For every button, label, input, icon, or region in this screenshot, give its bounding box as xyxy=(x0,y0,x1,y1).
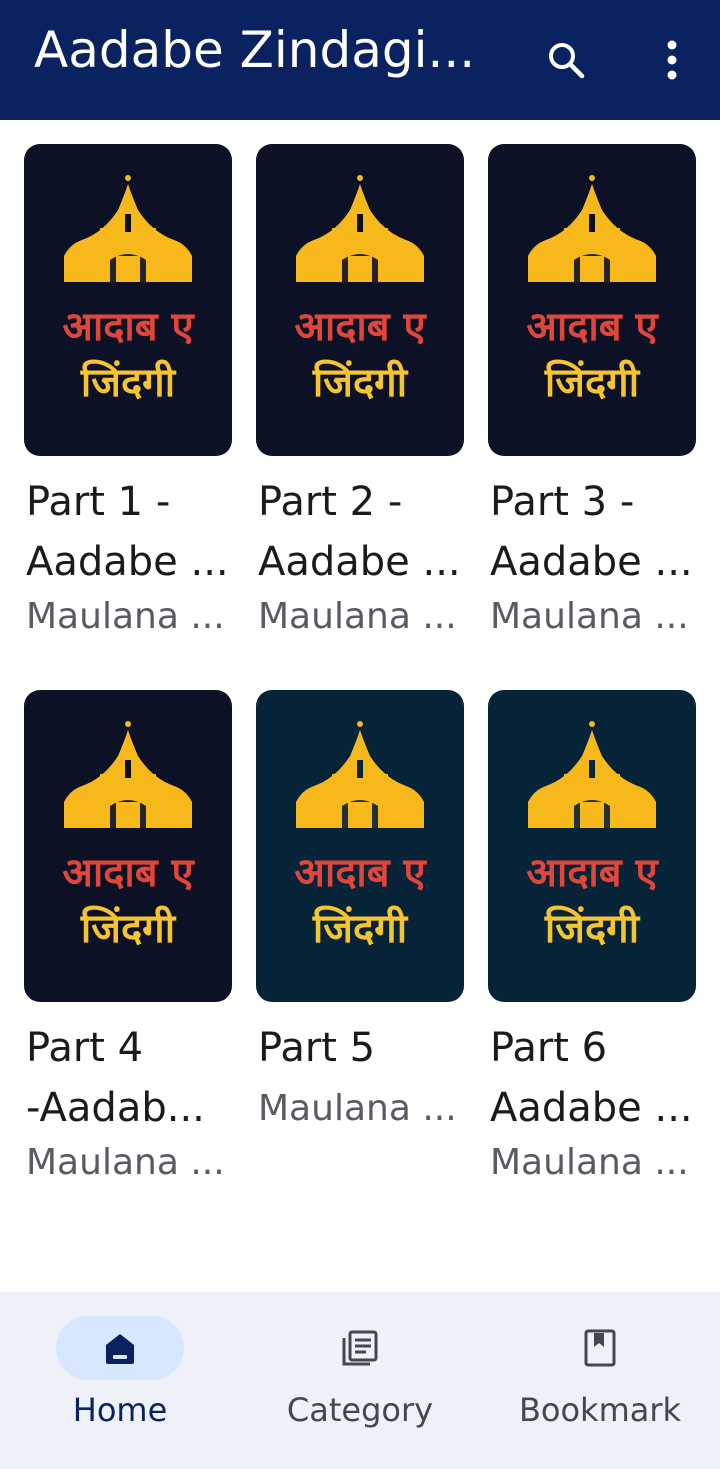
nav-label: Category xyxy=(286,1391,434,1429)
bookmark-icon xyxy=(536,1316,664,1380)
cover-title-line2: जिंदगी xyxy=(312,905,409,952)
book-cover-image: आदाब ए जिंदगी xyxy=(488,690,696,1002)
book-cover-image: आदाब ए जिंदगी xyxy=(256,144,464,456)
nav-label: Bookmark xyxy=(518,1391,682,1429)
book-title-continued: Aadabe ... xyxy=(26,539,229,585)
book-cover-image: आदाब ए जिंदगी xyxy=(256,690,464,1002)
nav-item-category[interactable]: Category xyxy=(240,1292,480,1469)
app-bar: Aadabe Zindagi... xyxy=(0,0,720,120)
book-author: Maulana ... xyxy=(26,596,225,637)
book-author: Maulana ... xyxy=(490,1142,689,1183)
book-cover-image: आदाब ए जिंदगी xyxy=(24,144,232,456)
bottom-navigation: Home Category Bookmark xyxy=(0,1292,720,1469)
cover-title-line2: जिंदगी xyxy=(80,905,177,952)
cover-title-line2: जिंदगी xyxy=(312,359,409,406)
nav-item-home[interactable]: Home xyxy=(0,1292,240,1469)
book-title: Part 1 - xyxy=(26,479,171,525)
cover-title-line1: आदाब ए xyxy=(294,850,427,896)
overflow-menu-button[interactable] xyxy=(642,30,702,90)
book-author: Maulana ... xyxy=(26,1142,225,1183)
book-cover-image: आदाब ए जिंदगी xyxy=(488,144,696,456)
home-icon xyxy=(56,1316,184,1380)
book-title: Part 5 xyxy=(258,1025,376,1071)
book-title-continued: Aadabe ... xyxy=(258,539,461,585)
cover-title-line1: आदाब ए xyxy=(62,850,195,896)
more-vert-icon xyxy=(667,40,677,80)
app-title: Aadabe Zindagi... xyxy=(34,21,476,79)
book-author: Maulana ... xyxy=(258,596,457,637)
cover-title-line1: आदाब ए xyxy=(62,304,195,350)
book-author: Maulana ... xyxy=(490,596,689,637)
cover-title-line1: आदाब ए xyxy=(294,304,427,350)
book-cover-image: आदाब ए जिंदगी xyxy=(24,690,232,1002)
book-author: Maulana ... xyxy=(258,1088,457,1129)
cover-title-line2: जिंदगी xyxy=(544,905,641,952)
article-icon xyxy=(296,1316,424,1380)
cover-title-line1: आदाब ए xyxy=(526,304,659,350)
book-title-continued: Aadabe ... xyxy=(490,1085,693,1131)
book-title: Part 6 xyxy=(490,1025,608,1071)
cover-title-line1: आदाब ए xyxy=(526,850,659,896)
search-button[interactable] xyxy=(536,30,596,90)
nav-label: Home xyxy=(72,1391,168,1429)
nav-item-bookmark[interactable]: Bookmark xyxy=(480,1292,720,1469)
cover-title-line2: जिंदगी xyxy=(80,359,177,406)
search-icon xyxy=(549,43,585,79)
book-title-continued: Aadabe ... xyxy=(490,539,693,585)
cover-title-line2: जिंदगी xyxy=(544,359,641,406)
book-title: Part 3 - xyxy=(490,479,635,525)
book-title-continued: -Aadab... xyxy=(26,1085,205,1131)
book-title: Part 2 - xyxy=(258,479,403,525)
book-title: Part 4 xyxy=(26,1025,144,1071)
